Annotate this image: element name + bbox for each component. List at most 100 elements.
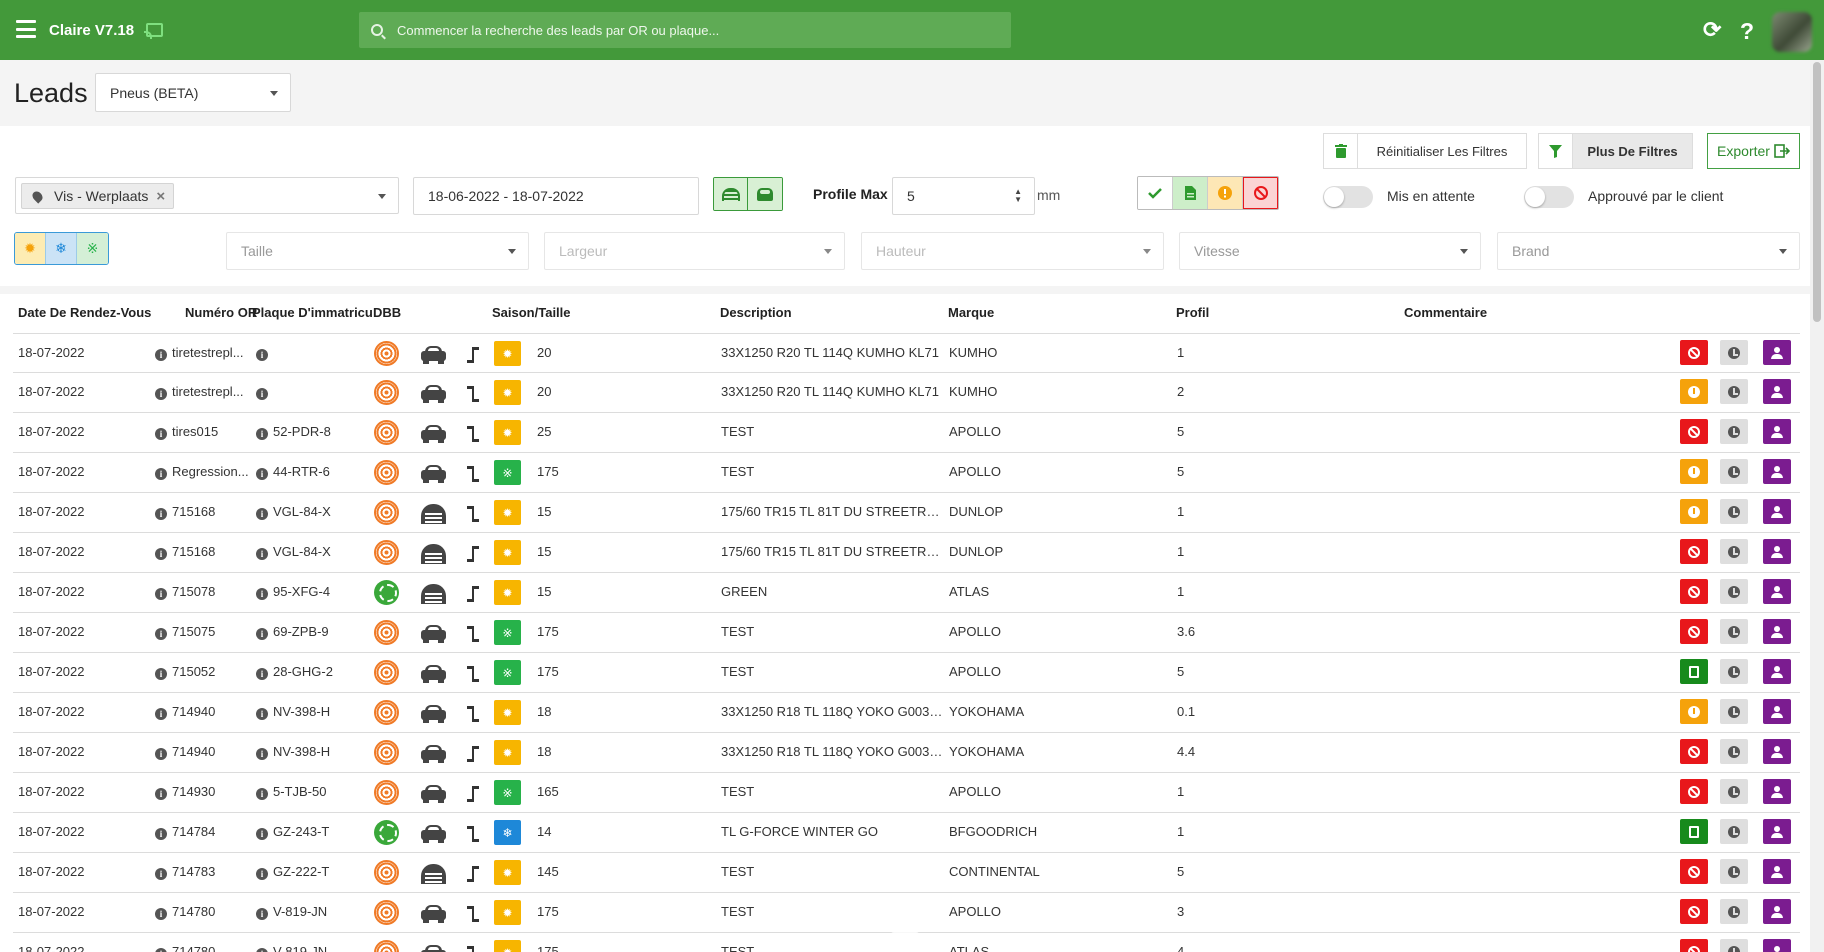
header-comment[interactable]: Commentaire bbox=[1404, 305, 1487, 320]
status-rejected-button[interactable] bbox=[1243, 177, 1278, 209]
filter-button[interactable] bbox=[1538, 133, 1573, 169]
export-button[interactable]: Exporter bbox=[1707, 133, 1800, 169]
info-icon[interactable]: i bbox=[256, 548, 268, 560]
header-description[interactable]: Description bbox=[720, 305, 792, 320]
status-approved-button[interactable] bbox=[1138, 177, 1173, 209]
header-brand[interactable]: Marque bbox=[948, 305, 994, 320]
table-row[interactable]: 18-07-2022 i 714784 i GZ-243-T ❄ 14 TL G-FORCE … bbox=[13, 813, 1800, 853]
table-row[interactable]: 18-07-2022 i 714783 i GZ-222-T ✹ 145 TEST CONTIN… bbox=[13, 853, 1800, 893]
postpone-button[interactable] bbox=[1720, 739, 1748, 764]
table-row[interactable]: 18-07-2022 i 714930 i 5-TJB-50 ※ 165 TEST APOLLO… bbox=[13, 773, 1800, 813]
document-button[interactable] bbox=[1680, 659, 1708, 684]
assign-user-button[interactable] bbox=[1763, 659, 1791, 684]
info-icon[interactable]: i bbox=[256, 868, 268, 880]
table-row[interactable]: 18-07-2022 i 715075 i 69-ZPB-9 ※ 175 TEST APOLLO… bbox=[13, 613, 1800, 653]
cell-plate[interactable]: i NV-398-H bbox=[256, 704, 366, 720]
postpone-button[interactable] bbox=[1720, 779, 1748, 804]
table-row[interactable]: 18-07-2022 i tiretestrepl... i ✹ 20 33X1250 R2… bbox=[13, 333, 1800, 373]
avatar[interactable] bbox=[1772, 12, 1812, 52]
warning-button[interactable] bbox=[1680, 459, 1708, 484]
reject-button[interactable] bbox=[1680, 579, 1708, 604]
assign-user-button[interactable] bbox=[1763, 539, 1791, 564]
cell-plate[interactable]: i NV-398-H bbox=[256, 744, 366, 760]
info-icon[interactable]: i bbox=[256, 349, 268, 361]
header-date[interactable]: Date De Rendez-Vous bbox=[18, 305, 151, 320]
document-button[interactable] bbox=[1680, 819, 1708, 844]
info-icon[interactable]: i bbox=[155, 508, 167, 520]
info-icon[interactable]: i bbox=[256, 788, 268, 800]
reject-button[interactable] bbox=[1680, 779, 1708, 804]
profile-max-input[interactable]: 5 ▲ ▼ bbox=[892, 177, 1035, 215]
info-icon[interactable]: i bbox=[155, 828, 167, 840]
info-icon[interactable]: i bbox=[155, 548, 167, 560]
reset-filters-button[interactable]: Réinitialiser Les Filtres bbox=[1357, 133, 1527, 169]
location-select[interactable]: Vis - Werplaats × bbox=[15, 177, 399, 214]
scrollbar[interactable] bbox=[1810, 60, 1824, 952]
cell-plate[interactable]: i GZ-243-T bbox=[256, 824, 366, 840]
reject-button[interactable] bbox=[1680, 899, 1708, 924]
garage-filter-button[interactable] bbox=[714, 178, 748, 210]
info-icon[interactable]: i bbox=[155, 908, 167, 920]
assign-user-button[interactable] bbox=[1763, 859, 1791, 884]
info-icon[interactable]: i bbox=[256, 468, 268, 480]
table-row[interactable]: 18-07-2022 i 714780 i V-819-JN ✹ 175 TEST APOLLO… bbox=[13, 893, 1800, 933]
approved-toggle[interactable] bbox=[1524, 186, 1574, 208]
help-icon[interactable]: ? bbox=[1740, 18, 1754, 45]
table-row[interactable]: 18-07-2022 i 715168 i VGL-84-X ✹ 15 175/60 TR15… bbox=[13, 493, 1800, 533]
postpone-button[interactable] bbox=[1720, 619, 1748, 644]
info-icon[interactable]: i bbox=[256, 428, 268, 440]
info-icon[interactable]: i bbox=[155, 668, 167, 680]
category-select[interactable]: Pneus (BETA) bbox=[95, 73, 291, 112]
info-icon[interactable]: i bbox=[256, 828, 268, 840]
info-icon[interactable]: i bbox=[155, 349, 167, 361]
cell-or-number[interactable]: i 715078 bbox=[155, 584, 260, 600]
speed-select[interactable]: Vitesse bbox=[1179, 232, 1481, 270]
info-icon[interactable]: i bbox=[256, 508, 268, 520]
header-plate[interactable]: Plaque D'immatricu bbox=[252, 305, 373, 320]
cell-or-number[interactable]: i 715168 bbox=[155, 504, 260, 520]
on-hold-toggle[interactable] bbox=[1323, 186, 1373, 208]
cell-plate[interactable]: i VGL-84-X bbox=[256, 504, 366, 520]
info-icon[interactable]: i bbox=[155, 428, 167, 440]
car-filter-button[interactable] bbox=[748, 178, 782, 210]
postpone-button[interactable] bbox=[1720, 859, 1748, 884]
postpone-button[interactable] bbox=[1720, 939, 1748, 952]
assign-user-button[interactable] bbox=[1763, 579, 1791, 604]
cell-plate[interactable]: i bbox=[256, 345, 366, 361]
info-icon[interactable]: i bbox=[256, 588, 268, 600]
cell-plate[interactable]: i bbox=[256, 384, 366, 400]
info-icon[interactable]: i bbox=[256, 908, 268, 920]
cell-plate[interactable]: i V-819-JN bbox=[256, 944, 366, 952]
reject-button[interactable] bbox=[1680, 739, 1708, 764]
table-row[interactable]: 18-07-2022 i tiretestrepl... i ✹ 20 33X1250 R2… bbox=[13, 373, 1800, 413]
search-bar[interactable] bbox=[359, 12, 1011, 48]
cell-plate[interactable]: i 69-ZPB-9 bbox=[256, 624, 366, 640]
postpone-button[interactable] bbox=[1720, 379, 1748, 404]
postpone-button[interactable] bbox=[1720, 899, 1748, 924]
postpone-button[interactable] bbox=[1720, 539, 1748, 564]
assign-user-button[interactable] bbox=[1763, 459, 1791, 484]
close-icon[interactable]: × bbox=[156, 188, 165, 205]
cell-or-number[interactable]: i 714940 bbox=[155, 704, 260, 720]
search-input[interactable] bbox=[397, 22, 997, 38]
cell-or-number[interactable]: i tiretestrepl... bbox=[155, 384, 260, 400]
postpone-button[interactable] bbox=[1720, 579, 1748, 604]
height-select[interactable]: Hauteur bbox=[861, 232, 1164, 270]
postpone-button[interactable] bbox=[1720, 459, 1748, 484]
info-icon[interactable]: i bbox=[155, 748, 167, 760]
table-row[interactable]: 18-07-2022 i 715168 i VGL-84-X ✹ 15 175/60 TR15… bbox=[13, 533, 1800, 573]
cell-or-number[interactable]: i 715168 bbox=[155, 544, 260, 560]
cell-plate[interactable]: i 52-PDR-8 bbox=[256, 424, 366, 440]
postpone-button[interactable] bbox=[1720, 659, 1748, 684]
reject-button[interactable] bbox=[1680, 340, 1708, 365]
cell-or-number[interactable]: i Regression... bbox=[155, 464, 260, 480]
header-profile[interactable]: Profil bbox=[1176, 305, 1209, 320]
cell-plate[interactable]: i VGL-84-X bbox=[256, 544, 366, 560]
reject-button[interactable] bbox=[1680, 419, 1708, 444]
cast-icon[interactable] bbox=[144, 23, 163, 39]
cell-or-number[interactable]: i 714940 bbox=[155, 744, 260, 760]
cell-plate[interactable]: i V-819-JN bbox=[256, 904, 366, 920]
winter-filter-button[interactable]: ❄ bbox=[46, 233, 77, 264]
reject-button[interactable] bbox=[1680, 939, 1708, 952]
reject-button[interactable] bbox=[1680, 539, 1708, 564]
